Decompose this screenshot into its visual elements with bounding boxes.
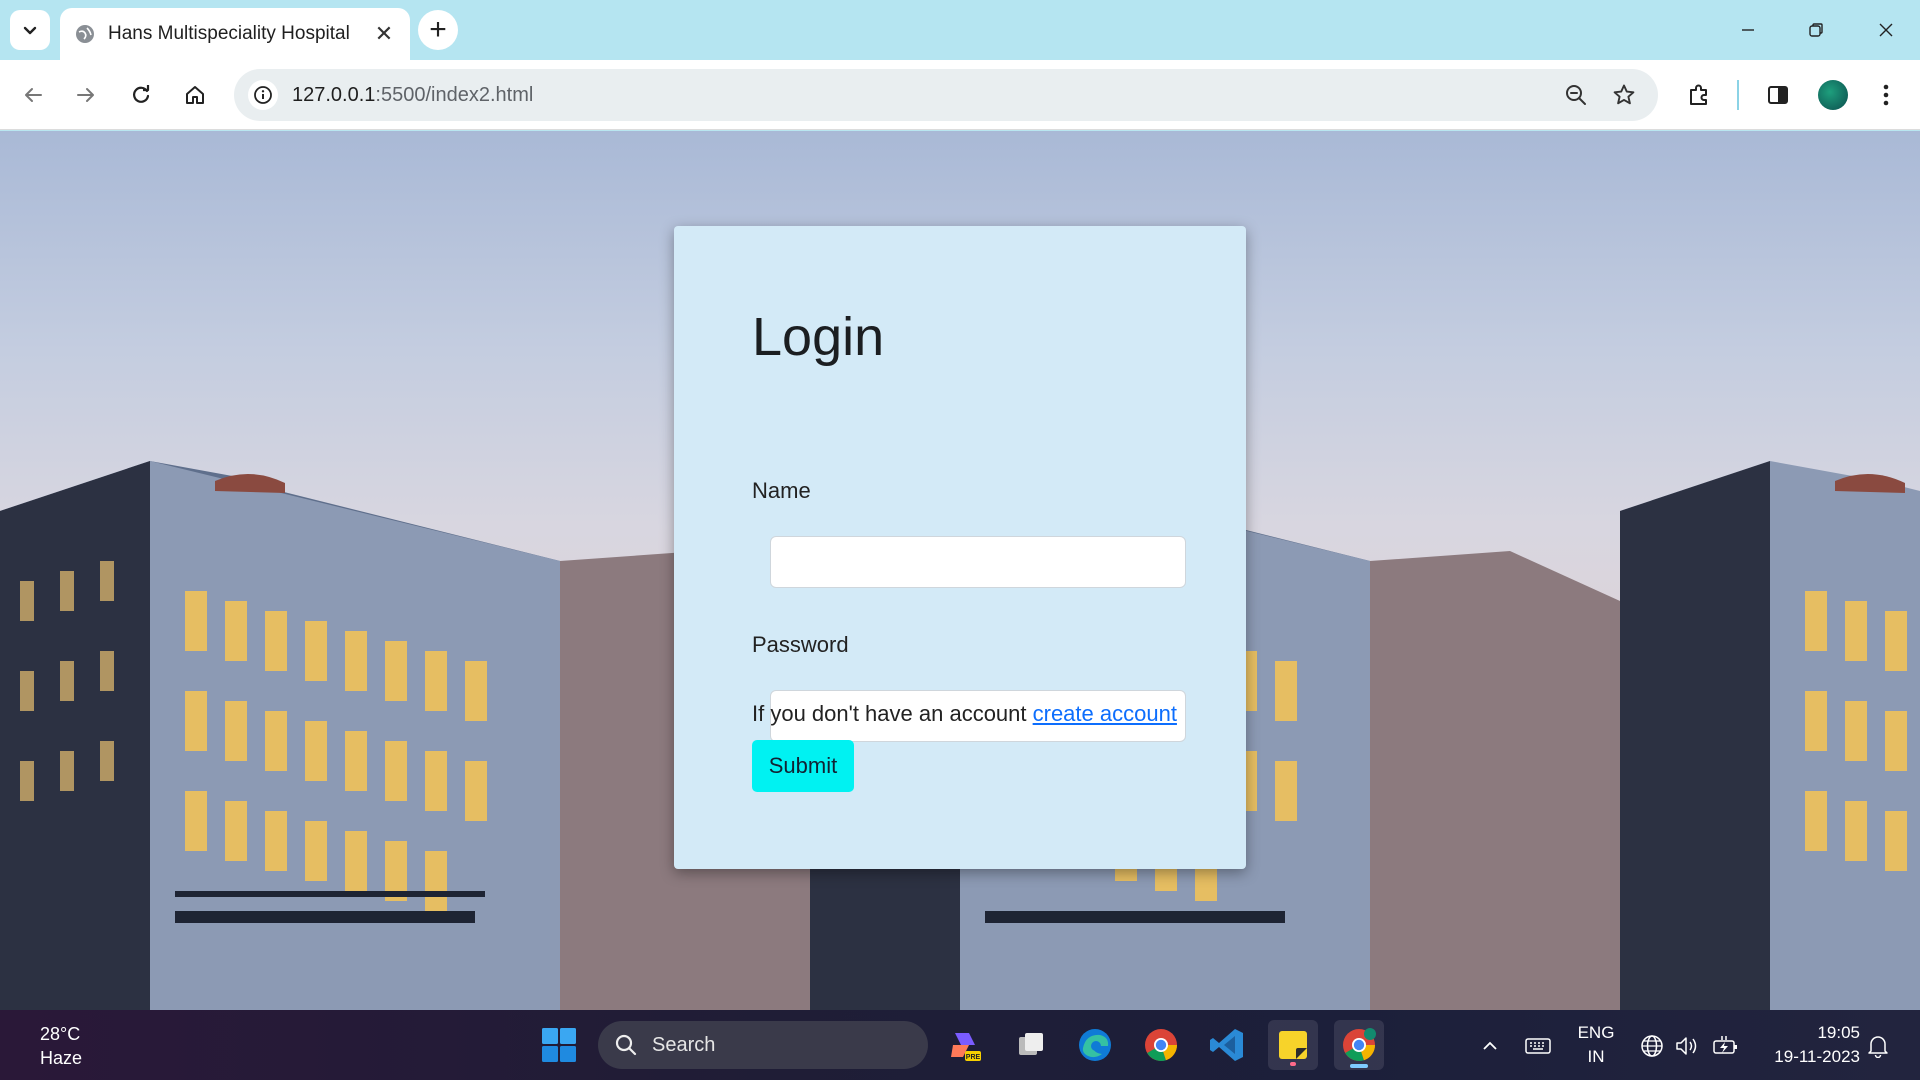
new-tab-button[interactable]: + bbox=[418, 10, 458, 50]
tab-title: Hans Multispeciality Hospital bbox=[108, 23, 350, 44]
forward-button[interactable] bbox=[66, 75, 106, 115]
signup-prompt: If you don't have an account create acco… bbox=[752, 701, 1177, 727]
taskbar-task-view[interactable] bbox=[1006, 1020, 1056, 1070]
language-indicator[interactable]: ENG IN bbox=[1576, 1021, 1616, 1069]
edge-icon bbox=[1079, 1029, 1111, 1061]
taskbar-search[interactable]: Search bbox=[598, 1021, 928, 1069]
taskbar-edge[interactable] bbox=[1070, 1020, 1120, 1070]
keyboard-icon bbox=[1525, 1038, 1551, 1054]
bookmark-button[interactable] bbox=[1604, 75, 1644, 115]
home-icon bbox=[186, 86, 204, 104]
close-icon bbox=[1879, 23, 1893, 37]
login-title: Login bbox=[752, 307, 885, 367]
vscode-icon bbox=[1210, 1029, 1243, 1061]
info-icon bbox=[254, 86, 272, 104]
speaker-icon bbox=[1676, 1037, 1697, 1055]
chrome-icon bbox=[1145, 1029, 1177, 1061]
search-icon bbox=[615, 1034, 637, 1056]
copilot-icon: PRE bbox=[951, 1033, 981, 1061]
login-card: Login Name Password If you don't have an… bbox=[674, 226, 1246, 869]
battery-button[interactable] bbox=[1712, 1032, 1740, 1060]
reload-button[interactable] bbox=[121, 75, 161, 115]
chrome-icon bbox=[1343, 1028, 1376, 1061]
page-viewport: Login Name Password If you don't have an… bbox=[0, 131, 1920, 1010]
clock-time: 19:05 bbox=[1817, 1023, 1860, 1042]
name-label: Name bbox=[752, 478, 811, 503]
home-button[interactable] bbox=[175, 75, 215, 115]
arrow-right-icon bbox=[77, 88, 94, 102]
side-panel-button[interactable] bbox=[1758, 75, 1798, 115]
back-button[interactable] bbox=[13, 75, 53, 115]
side-panel-icon bbox=[1768, 86, 1788, 104]
chevron-up-icon bbox=[1483, 1041, 1497, 1050]
sticky-notes-icon bbox=[1279, 1031, 1307, 1059]
windows-logo-icon bbox=[542, 1028, 576, 1062]
background-image-tile-3 bbox=[1620, 131, 1920, 1010]
name-input[interactable] bbox=[770, 536, 1186, 588]
weather-condition: Haze bbox=[40, 1048, 83, 1068]
battery-charging-icon bbox=[1713, 1036, 1737, 1054]
taskbar-vscode[interactable] bbox=[1202, 1020, 1252, 1070]
app-running-indicator bbox=[1290, 1062, 1296, 1066]
url-path: :5500/index2.html bbox=[375, 83, 534, 106]
clock-date: 19-11-2023 bbox=[1774, 1047, 1860, 1066]
minimize-button[interactable] bbox=[1724, 12, 1772, 48]
globe-icon bbox=[1641, 1035, 1663, 1057]
show-hidden-icons-button[interactable] bbox=[1476, 1032, 1504, 1060]
tab-search-button[interactable] bbox=[10, 10, 50, 50]
create-account-link[interactable]: create account bbox=[1033, 701, 1177, 726]
site-info-button[interactable] bbox=[248, 80, 278, 110]
volume-button[interactable] bbox=[1674, 1032, 1702, 1060]
minimize-icon bbox=[1742, 29, 1754, 31]
browser-tabstrip: Hans Multispeciality Hospital ✕ + bbox=[0, 0, 1920, 60]
bell-icon bbox=[1868, 1036, 1888, 1058]
restore-icon bbox=[1809, 23, 1823, 37]
svg-text:PRE: PRE bbox=[966, 1054, 981, 1061]
weather-widget[interactable]: 28°C Haze bbox=[40, 1022, 82, 1070]
notifications-button[interactable] bbox=[1864, 1032, 1892, 1060]
language-region: IN bbox=[1587, 1047, 1605, 1066]
toolbar-separator bbox=[1737, 80, 1739, 110]
close-window-button[interactable] bbox=[1862, 12, 1910, 48]
taskbar-chrome[interactable] bbox=[1136, 1020, 1186, 1070]
language-code: ENG bbox=[1577, 1023, 1615, 1042]
weather-temp: 28°C bbox=[40, 1024, 81, 1044]
browser-toolbar: 127.0.0.1:5500/index2.html bbox=[0, 60, 1920, 130]
signup-text: If you don't have an account bbox=[752, 701, 1033, 726]
browser-tab-active[interactable]: Hans Multispeciality Hospital ✕ bbox=[60, 8, 410, 60]
taskbar-sticky-notes[interactable] bbox=[1268, 1020, 1318, 1070]
globe-icon bbox=[76, 25, 94, 43]
extensions-button[interactable] bbox=[1679, 75, 1719, 115]
browser-menu-button[interactable] bbox=[1866, 75, 1906, 115]
submit-button[interactable]: Submit bbox=[752, 740, 854, 792]
puzzle-icon bbox=[1690, 84, 1707, 105]
tab-close-button[interactable]: ✕ bbox=[372, 21, 396, 46]
more-vertical-icon bbox=[1883, 84, 1889, 106]
url-host: 127.0.0.1 bbox=[292, 83, 376, 106]
touch-keyboard-button[interactable] bbox=[1524, 1032, 1552, 1060]
url-text: 127.0.0.1:5500/index2.html bbox=[292, 84, 1556, 107]
profile-avatar[interactable] bbox=[1818, 80, 1848, 110]
start-button[interactable] bbox=[534, 1020, 584, 1070]
restore-button[interactable] bbox=[1792, 12, 1840, 48]
address-bar[interactable]: 127.0.0.1:5500/index2.html bbox=[234, 69, 1658, 121]
reload-icon bbox=[133, 85, 150, 103]
clock[interactable]: 19:05 19-11-2023 bbox=[1756, 1021, 1860, 1069]
taskbar-copilot[interactable]: PRE bbox=[940, 1020, 990, 1070]
task-view-icon bbox=[1019, 1033, 1043, 1055]
taskbar-search-label: Search bbox=[652, 1033, 716, 1056]
network-button[interactable] bbox=[1638, 1032, 1666, 1060]
zoom-button[interactable] bbox=[1556, 75, 1596, 115]
app-active-indicator bbox=[1350, 1064, 1368, 1068]
password-label: Password bbox=[752, 632, 849, 657]
zoom-out-icon bbox=[1566, 85, 1586, 105]
chevron-down-icon bbox=[23, 26, 37, 35]
arrow-left-icon bbox=[25, 88, 42, 102]
star-icon bbox=[1613, 84, 1635, 105]
windows-taskbar: 28°C Haze Search PRE ENG IN 19:05 19-11-… bbox=[0, 1010, 1920, 1080]
taskbar-chrome-profile[interactable] bbox=[1334, 1020, 1384, 1070]
